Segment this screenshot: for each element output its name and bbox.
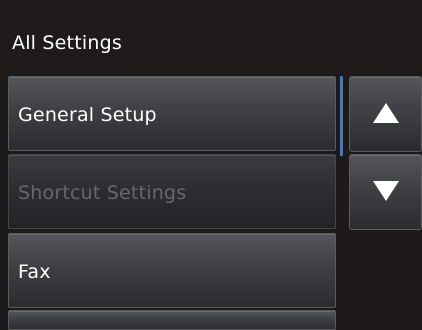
menu-item-label: Shortcut Settings [18,182,187,204]
menu-item-fax[interactable]: Fax [8,233,336,308]
triangle-down-icon [373,181,399,201]
triangle-up-icon [373,103,399,123]
page-title: All Settings [12,32,122,54]
menu-item-general-setup[interactable]: General Setup [8,76,336,151]
scrollbar-thumb[interactable] [340,76,343,156]
menu-item-label: Fax [18,261,51,283]
scroll-down-button[interactable] [349,154,422,230]
header-bar: All Settings [0,0,422,74]
settings-menu-list: General Setup Shortcut Settings Fax [0,74,338,330]
scroll-up-button[interactable] [349,76,422,152]
scrollbar[interactable] [339,74,345,320]
menu-item-shortcut-settings[interactable]: Shortcut Settings [8,154,336,229]
menu-item-label: General Setup [18,104,157,126]
menu-item-next-partial[interactable] [8,310,336,330]
